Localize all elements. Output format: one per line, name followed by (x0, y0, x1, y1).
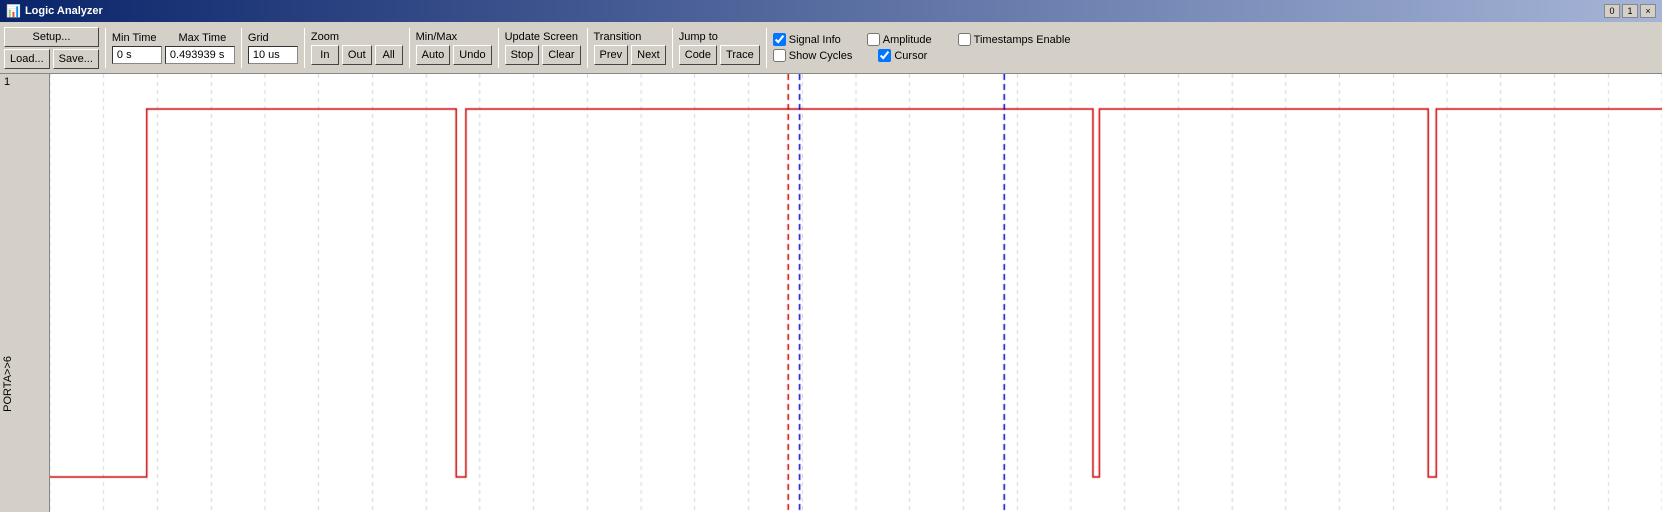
show-cycles-row: Show Cycles Cursor (773, 49, 1071, 62)
signal-info-checkbox[interactable] (773, 33, 786, 46)
signal-name: PORTA>>6 (2, 356, 14, 412)
signal-info-row: Signal Info Amplitude Timestamps Enable (773, 33, 1071, 46)
update-stop-button[interactable]: Stop (505, 45, 540, 65)
separator-3 (304, 28, 305, 68)
update-screen-label: Update Screen (505, 31, 578, 43)
toolbar: Setup... Load... Save... Min Time Max Ti… (0, 22, 1662, 74)
row-number: 1 (4, 76, 10, 88)
signal-info-label: Signal Info (789, 34, 841, 46)
zoom-out-button[interactable]: Out (342, 45, 372, 65)
grid-group: Grid 10 us (248, 32, 298, 64)
title-bar: 📊 Logic Analyzer 0 1 × (0, 0, 1662, 22)
minimize-button[interactable]: 0 (1604, 4, 1620, 18)
timestamps-label: Timestamps Enable (974, 34, 1071, 46)
transition-group: Transition Prev Next (594, 31, 666, 65)
update-clear-button[interactable]: Clear (542, 45, 580, 65)
time-group: Min Time Max Time 0 s 0.493939 s (112, 32, 235, 64)
separator-1 (105, 28, 106, 68)
min-time-value: 0 s (112, 46, 162, 64)
file-group: Setup... Load... Save... (4, 27, 99, 69)
amplitude-label: Amplitude (883, 34, 932, 46)
separator-6 (587, 28, 588, 68)
separator-5 (498, 28, 499, 68)
zoom-group: Zoom In Out All (311, 31, 403, 65)
zoom-label: Zoom (311, 31, 339, 43)
title-bar-controls: 0 1 × (1604, 4, 1656, 18)
grid-label: Grid (248, 32, 269, 44)
transition-prev-button[interactable]: Prev (594, 45, 629, 65)
options-group: Signal Info Amplitude Timestamps Enable … (773, 33, 1071, 62)
signal-labels: 1 PORTA>>6 (0, 74, 50, 512)
max-time-value: 0.493939 s (165, 46, 235, 64)
grid-value: 10 us (248, 46, 298, 64)
waveform-canvas (50, 74, 1662, 512)
separator-4 (409, 28, 410, 68)
amplitude-checkbox[interactable] (867, 33, 880, 46)
minmax-undo-button[interactable]: Undo (453, 45, 491, 65)
zoom-all-button[interactable]: All (375, 45, 403, 65)
jump-code-button[interactable]: Code (679, 45, 717, 65)
timestamps-checkbox[interactable] (958, 33, 971, 46)
transition-next-button[interactable]: Next (631, 45, 666, 65)
separator-7 (672, 28, 673, 68)
waveform-area[interactable] (50, 74, 1662, 512)
main-area: 1 PORTA>>6 (0, 74, 1662, 512)
jump-trace-button[interactable]: Trace (720, 45, 760, 65)
window-title: Logic Analyzer (25, 5, 103, 17)
max-time-label: Max Time (179, 32, 227, 44)
setup-button[interactable]: Setup... (4, 27, 99, 47)
separator-2 (241, 28, 242, 68)
close-button[interactable]: × (1640, 4, 1656, 18)
load-button[interactable]: Load... (4, 49, 50, 69)
app-icon: 📊 (6, 4, 21, 18)
cursor-label: Cursor (894, 50, 927, 62)
cursor-checkbox[interactable] (878, 49, 891, 62)
minmax-group: Min/Max Auto Undo (416, 31, 492, 65)
minmax-label: Min/Max (416, 31, 458, 43)
transition-label: Transition (594, 31, 642, 43)
zoom-in-button[interactable]: In (311, 45, 339, 65)
show-cycles-label: Show Cycles (789, 50, 853, 62)
minmax-auto-button[interactable]: Auto (416, 45, 451, 65)
separator-8 (766, 28, 767, 68)
jump-group: Jump to Code Trace (679, 31, 760, 65)
min-time-label: Min Time (112, 32, 157, 44)
update-group: Update Screen Stop Clear (505, 31, 581, 65)
show-cycles-checkbox[interactable] (773, 49, 786, 62)
jump-to-label: Jump to (679, 31, 718, 43)
restore-button[interactable]: 1 (1622, 4, 1638, 18)
save-button[interactable]: Save... (53, 49, 99, 69)
